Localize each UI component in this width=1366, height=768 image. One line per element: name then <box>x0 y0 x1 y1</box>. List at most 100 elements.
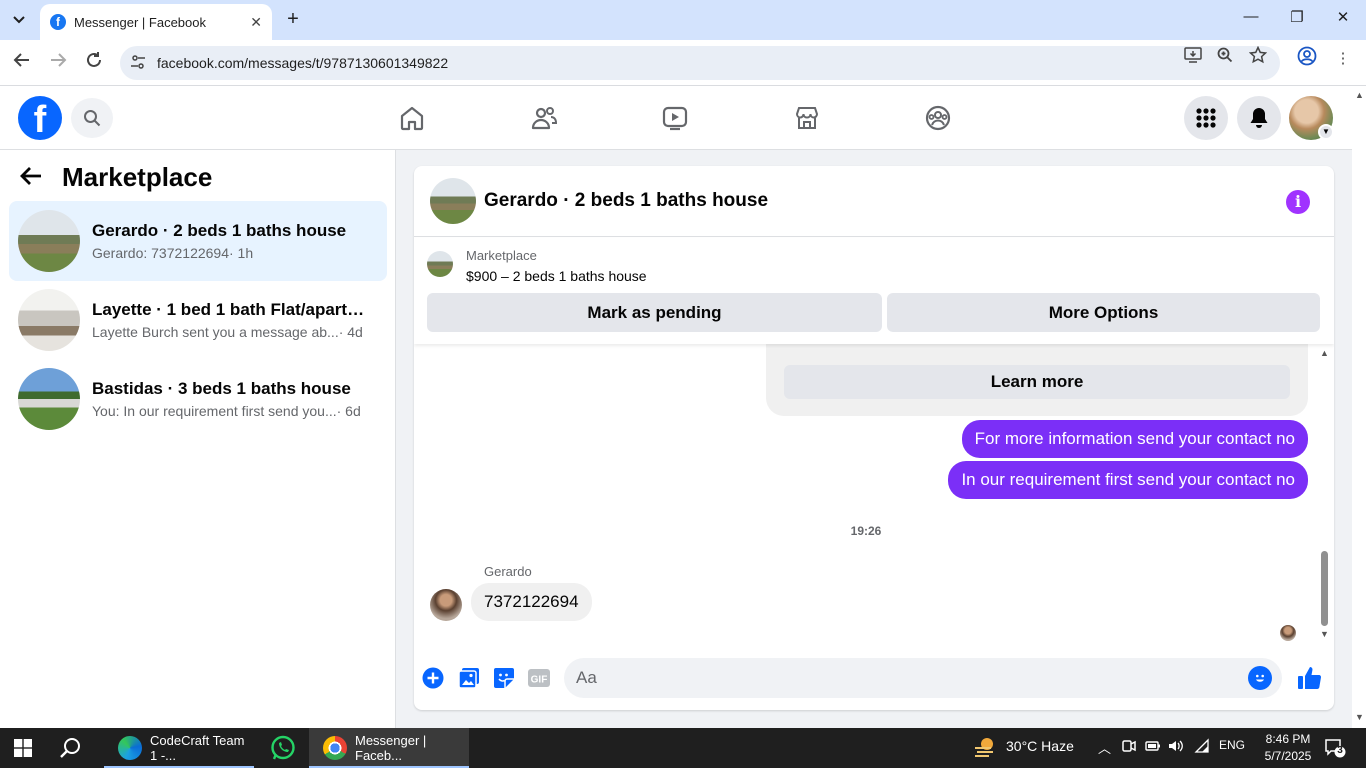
browser-tab-active[interactable]: f Messenger | Facebook ✕ <box>40 4 272 40</box>
notification-count: 3 <box>1337 745 1343 756</box>
grid-menu-icon <box>1196 108 1216 128</box>
info-icon[interactable]: i <box>1286 190 1310 214</box>
marketplace-icon[interactable] <box>789 100 825 136</box>
notifications-button[interactable] <box>1237 96 1281 140</box>
more-options-button[interactable]: More Options <box>887 293 1320 332</box>
plus-icon[interactable] <box>421 666 445 690</box>
mark-as-pending-button[interactable]: Mark as pending <box>427 293 882 332</box>
chat-title[interactable]: Gerardo · 2 beds 1 baths house <box>484 190 768 212</box>
conversation-sidebar: Marketplace Gerardo · 2 beds 1 baths hou… <box>0 150 396 728</box>
chat-listing-thumbnail[interactable] <box>430 178 476 224</box>
page-scroll-up-icon[interactable]: ▲ <box>1355 90 1364 100</box>
thumbs-up-icon[interactable] <box>1296 664 1324 692</box>
taskbar-clock[interactable]: 8:46 PM 5/7/2025 <box>1258 731 1318 765</box>
scroll-down-arrow-icon[interactable]: ▼ <box>1320 629 1329 639</box>
gif-icon[interactable]: GIF <box>527 666 551 690</box>
tab-close-icon[interactable]: ✕ <box>250 14 262 31</box>
taskbar-app-whatsapp[interactable] <box>270 728 298 768</box>
browser-toolbar: facebook.com/messages/t/9787130601349822… <box>0 40 1366 86</box>
timestamp-separator: 19:26 <box>850 524 882 538</box>
language-indicator[interactable]: ENG <box>1219 738 1245 752</box>
volume-icon[interactable] <box>1168 738 1184 757</box>
back-arrow-icon[interactable] <box>20 162 50 193</box>
home-icon[interactable] <box>394 100 430 136</box>
taskbar-app-codecraft[interactable]: CodeCraft Team 1 -... <box>104 728 254 768</box>
bookmark-star-icon[interactable] <box>1245 45 1271 72</box>
whatsapp-icon <box>271 735 295 760</box>
window-close-icon[interactable]: ✕ <box>1328 8 1358 26</box>
address-bar[interactable]: facebook.com/messages/t/9787130601349822 <box>120 46 1280 80</box>
friends-icon[interactable] <box>526 100 562 136</box>
facebook-favicon-icon: f <box>50 14 66 30</box>
url-text: facebook.com/messages/t/9787130601349822 <box>157 55 449 71</box>
restore-icon[interactable]: ❐ <box>1282 8 1312 26</box>
conversation-preview: Layette Burch sent you a message ab... <box>92 324 339 340</box>
account-chevron-down-icon[interactable]: ▼ <box>1318 124 1334 140</box>
photo-icon[interactable] <box>457 666 481 690</box>
message-input[interactable] <box>576 668 1216 688</box>
conversation-item-gerardo[interactable]: Gerardo · 2 beds 1 baths house Gerardo: … <box>9 201 387 281</box>
wifi-icon[interactable] <box>1194 738 1210 757</box>
weather-text[interactable]: 30°C Haze <box>1006 738 1074 754</box>
emoji-icon[interactable] <box>1248 666 1272 690</box>
scroll-up-arrow-icon[interactable]: ▲ <box>1320 348 1329 358</box>
outgoing-message[interactable]: For more information send your contact n… <box>961 420 1308 458</box>
message-composer: GIF <box>414 646 1334 710</box>
chat-header: Gerardo · 2 beds 1 baths house i <box>414 166 1334 237</box>
incoming-message[interactable]: 7372122694 <box>471 583 592 621</box>
forward-arrow-icon[interactable] <box>46 51 70 75</box>
message-scrollbar[interactable]: ▲ ▼ <box>1318 344 1330 644</box>
facebook-logo-icon[interactable]: f <box>18 96 62 140</box>
scrollbar-thumb[interactable] <box>1321 551 1328 626</box>
minimize-icon[interactable]: — <box>1236 8 1266 25</box>
battery-icon[interactable] <box>1145 738 1161 757</box>
meet-now-icon[interactable] <box>1122 738 1136 757</box>
learn-more-button[interactable]: Learn more <box>784 365 1290 399</box>
sidebar-title: Marketplace <box>62 162 213 192</box>
conversation-name: Gerardo · 2 beds 1 baths house <box>92 221 347 240</box>
message-input-box[interactable] <box>564 658 1282 698</box>
conversation-name: Layette · 1 bed 1 bath Flat/apartment <box>92 300 372 319</box>
info-card: Learn more <box>766 344 1308 416</box>
tab-search-button[interactable] <box>6 8 32 32</box>
outgoing-message[interactable]: In our requirement first send your conta… <box>948 461 1308 499</box>
clock-date: 5/7/2025 <box>1264 749 1312 763</box>
windows-start-icon[interactable] <box>14 728 32 768</box>
listing-thumbnail <box>18 289 80 351</box>
bell-icon <box>1250 108 1268 128</box>
zoom-icon[interactable] <box>1212 46 1238 72</box>
windows-taskbar: CodeCraft Team 1 -... Messenger | Faceb.… <box>0 728 1366 768</box>
reload-icon[interactable] <box>82 51 106 75</box>
read-receipt-avatar <box>1280 625 1296 641</box>
taskbar-app-chrome-messenger[interactable]: Messenger | Faceb... <box>309 728 469 768</box>
new-tab-button[interactable]: + <box>282 8 304 30</box>
browser-tab-strip: f Messenger | Facebook ✕ + — ❐ ✕ <box>0 0 1366 40</box>
chevron-up-icon[interactable]: ︿ <box>1098 738 1111 757</box>
install-app-icon[interactable] <box>1180 46 1206 72</box>
conversation-name: Bastidas · 3 beds 1 baths house <box>92 379 351 398</box>
conversation-item-layette[interactable]: Layette · 1 bed 1 bath Flat/apartment La… <box>9 280 387 360</box>
page-scrollbar[interactable]: ▲ ▼ <box>1352 86 1366 728</box>
weather-icon[interactable] <box>973 736 997 761</box>
video-icon[interactable] <box>657 100 693 136</box>
site-info-icon[interactable] <box>130 54 150 73</box>
page-scroll-down-icon[interactable]: ▼ <box>1355 712 1364 722</box>
notification-center-icon[interactable]: 3 <box>1324 738 1346 758</box>
svg-text:GIF: GIF <box>531 675 548 686</box>
listing-description[interactable]: $900 – 2 beds 1 baths house <box>466 268 647 284</box>
menu-grid-button[interactable] <box>1184 96 1228 140</box>
search-icon <box>84 110 101 127</box>
taskbar-search-icon[interactable] <box>60 728 82 768</box>
sender-avatar[interactable] <box>430 589 462 621</box>
back-arrow-icon[interactable] <box>10 51 34 75</box>
conversation-item-bastidas[interactable]: Bastidas · 3 beds 1 baths house You: In … <box>9 359 387 439</box>
profile-icon[interactable] <box>1294 46 1320 72</box>
groups-icon[interactable] <box>920 100 956 136</box>
listing-category: Marketplace <box>466 248 537 263</box>
sticker-icon[interactable] <box>492 666 516 690</box>
browser-menu-icon[interactable]: ⋮ <box>1330 46 1356 72</box>
facebook-search-button[interactable] <box>71 98 113 138</box>
clock-time: 8:46 PM <box>1265 732 1311 746</box>
listing-thumbnail[interactable] <box>427 251 453 277</box>
message-sender-name: Gerardo <box>484 564 532 579</box>
